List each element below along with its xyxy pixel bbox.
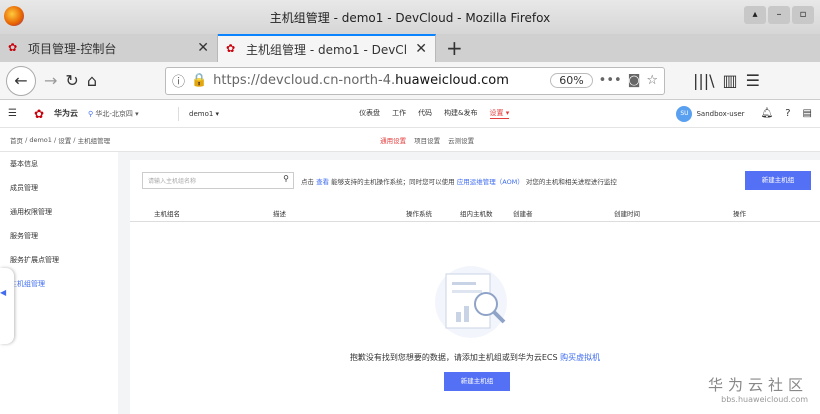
avatar: SU xyxy=(676,105,693,122)
table-header: 主机组名 描述 操作系统 组内主机数 创建者 创建时间 操作 xyxy=(130,202,820,222)
firefox-logo-icon xyxy=(4,6,24,26)
col-created-time: 创建时间 xyxy=(614,210,640,218)
tab-bar: ✿ 项目管理-控制台 ✕ ✿ 主机组管理 - demo1 - DevCl ✕ + xyxy=(0,34,820,62)
hamburger-menu-icon[interactable]: ☰ xyxy=(8,108,34,119)
help-icon[interactable]: ? xyxy=(785,108,790,119)
breadcrumb: 首页 / demo1 / 设置 / 主机组管理 通用设置 项目设置 云测设置 xyxy=(0,128,820,152)
sidebar-toggle-icon[interactable]: ▥ xyxy=(723,71,738,90)
bookmark-star-icon[interactable]: ☆ xyxy=(646,73,658,88)
col-name[interactable]: 主机组名 xyxy=(154,208,180,218)
sidebar-item-permissions[interactable]: 通用权限管理 xyxy=(0,200,118,224)
nav-build-release[interactable]: 构建&发布 xyxy=(444,108,477,119)
watermark: 华为云社区 bbs.huaweicloud.com xyxy=(708,374,808,404)
empty-new-host-group-button[interactable]: 新建主机组 xyxy=(444,372,510,391)
sidebar-item-host-groups[interactable]: 主机组管理 xyxy=(0,272,118,296)
page-actions-icon[interactable]: ••• xyxy=(599,73,622,88)
watermark-title: 华为云社区 xyxy=(707,376,808,394)
user-menu[interactable]: SU Sandbox-user xyxy=(676,105,745,122)
huawei-favicon-icon: ✿ xyxy=(226,42,236,55)
col-description: 描述 xyxy=(273,210,286,218)
col-host-count: 组内主机数 xyxy=(460,210,493,218)
zoom-level[interactable]: 60% xyxy=(550,73,593,88)
col-creator: 创建者 xyxy=(513,210,533,218)
buy-vm-link[interactable]: 购买虚拟机 xyxy=(560,353,600,362)
url-bar[interactable]: ⓘ 🔒 https://devcloud.cn-north-4.huaweiclo… xyxy=(164,66,665,95)
subnav-project[interactable]: 项目设置 xyxy=(414,135,440,145)
menu-icon[interactable]: ☰ xyxy=(746,71,760,90)
tip-text: 点击 查看 能够支持的主机操作系统；同时您可以使用 应用运维管理（AOM） 对您… xyxy=(301,178,617,186)
search-input[interactable]: 请输入主机组名称 ⚲ xyxy=(142,172,294,189)
brand-name: 华为云 xyxy=(54,109,78,118)
huawei-favicon-icon: ✿ xyxy=(8,41,18,54)
restore-button[interactable]: – xyxy=(768,6,790,24)
window-titlebar: 主机组管理 - demo1 - DevCloud - Mozilla Firef… xyxy=(0,0,820,34)
nav-dashboard[interactable]: 仪表盘 xyxy=(359,108,380,119)
tab-label: 主机组管理 - demo1 - DevCl xyxy=(246,42,408,57)
browser-tab-hostgroup[interactable]: ✿ 主机组管理 - demo1 - DevCl ✕ xyxy=(218,34,436,62)
sidebar-item-extension-points[interactable]: 服务扩展点管理 xyxy=(0,248,118,272)
view-os-link[interactable]: 查看 xyxy=(316,178,329,186)
collapse-sidebar-handle[interactable]: ◀ xyxy=(0,268,14,344)
browser-tab-project[interactable]: ✿ 项目管理-控制台 ✕ xyxy=(0,34,218,62)
new-host-group-button[interactable]: 新建主机组 xyxy=(745,171,811,190)
subnav-cloudtest[interactable]: 云测设置 xyxy=(448,135,474,145)
close-tab-icon[interactable]: ✕ xyxy=(197,40,209,56)
pocket-icon[interactable]: ◙ xyxy=(628,73,641,88)
reload-button[interactable]: ↻ xyxy=(65,71,78,90)
maximize-button[interactable]: ▫ xyxy=(792,6,814,24)
sidebar-item-services[interactable]: 服务管理 xyxy=(0,224,118,248)
aom-link[interactable]: 应用运维管理（AOM） xyxy=(457,178,524,186)
new-tab-button[interactable]: + xyxy=(436,34,473,62)
settings-sidebar: 基本信息 成员管理 通用权限管理 服务管理 服务扩展点管理 主机组管理 xyxy=(0,152,118,414)
sidebar-item-members[interactable]: 成员管理 xyxy=(0,176,118,200)
collapse-arrow-icon: ◀ xyxy=(0,288,7,297)
divider xyxy=(178,106,179,121)
minimize-button[interactable]: ▴ xyxy=(744,6,766,24)
nav-work[interactable]: 工作 xyxy=(392,108,406,119)
nav-settings[interactable]: 设置 ▾ xyxy=(489,108,510,119)
empty-data-illustration-icon xyxy=(435,266,507,338)
url-domain: huaweicloud.com xyxy=(395,73,509,88)
info-icon[interactable]: ⓘ xyxy=(172,71,185,90)
notification-bell-icon[interactable]: 🔔︎ xyxy=(761,108,774,119)
breadcrumb-home[interactable]: 首页 xyxy=(10,135,23,145)
breadcrumb-current: 主机组管理 xyxy=(77,136,111,145)
main-nav: 仪表盘 工作 代码 构建&发布 设置 ▾ xyxy=(359,108,510,119)
huawei-logo-icon[interactable]: ✿ xyxy=(34,107,54,121)
breadcrumb-settings[interactable]: 设置 xyxy=(58,135,71,145)
empty-message: 抱歉没有找到您想要的数据，请添加主机组或到华为云ECS 购买虚拟机 xyxy=(349,353,601,362)
document-icon[interactable]: ▤ xyxy=(803,108,812,119)
forward-button[interactable]: → xyxy=(44,71,57,90)
project-selector[interactable]: demo1 ▾ xyxy=(189,110,219,118)
lock-icon: 🔒 xyxy=(190,73,208,88)
close-tab-icon[interactable]: ✕ xyxy=(415,41,427,57)
col-os: 操作系统 xyxy=(406,210,432,218)
sidebar-item-basic-info[interactable]: 基本信息 xyxy=(0,152,118,176)
window-title: 主机组管理 - demo1 - DevCloud - Mozilla Firef… xyxy=(269,10,551,25)
col-actions: 操作 xyxy=(733,210,746,218)
tab-label: 项目管理-控制台 xyxy=(28,41,117,56)
search-icon[interactable]: ⚲ xyxy=(283,174,289,183)
navigation-toolbar: ← → ↻ ⌂ ⓘ 🔒 https://devcloud.cn-north-4.h… xyxy=(0,62,820,100)
home-button[interactable]: ⌂ xyxy=(87,71,97,90)
breadcrumb-project[interactable]: demo1 xyxy=(29,136,52,144)
watermark-url: bbs.huaweicloud.com xyxy=(721,395,808,404)
app-header: ☰ ✿ 华为云 ⚲ 华北-北京四 ▾ demo1 ▾ 仪表盘 工作 代码 构建&… xyxy=(0,100,820,128)
region-selector[interactable]: ⚲ 华北-北京四 ▾ xyxy=(88,109,168,119)
subnav-general[interactable]: 通用设置 xyxy=(380,135,406,145)
url-prefix: https://devcloud.cn-north-4. xyxy=(213,73,396,88)
library-icon[interactable]: |||\ xyxy=(693,71,715,90)
back-button[interactable]: ← xyxy=(6,65,36,96)
nav-code[interactable]: 代码 xyxy=(418,108,432,119)
username: Sandbox-user xyxy=(696,109,745,118)
